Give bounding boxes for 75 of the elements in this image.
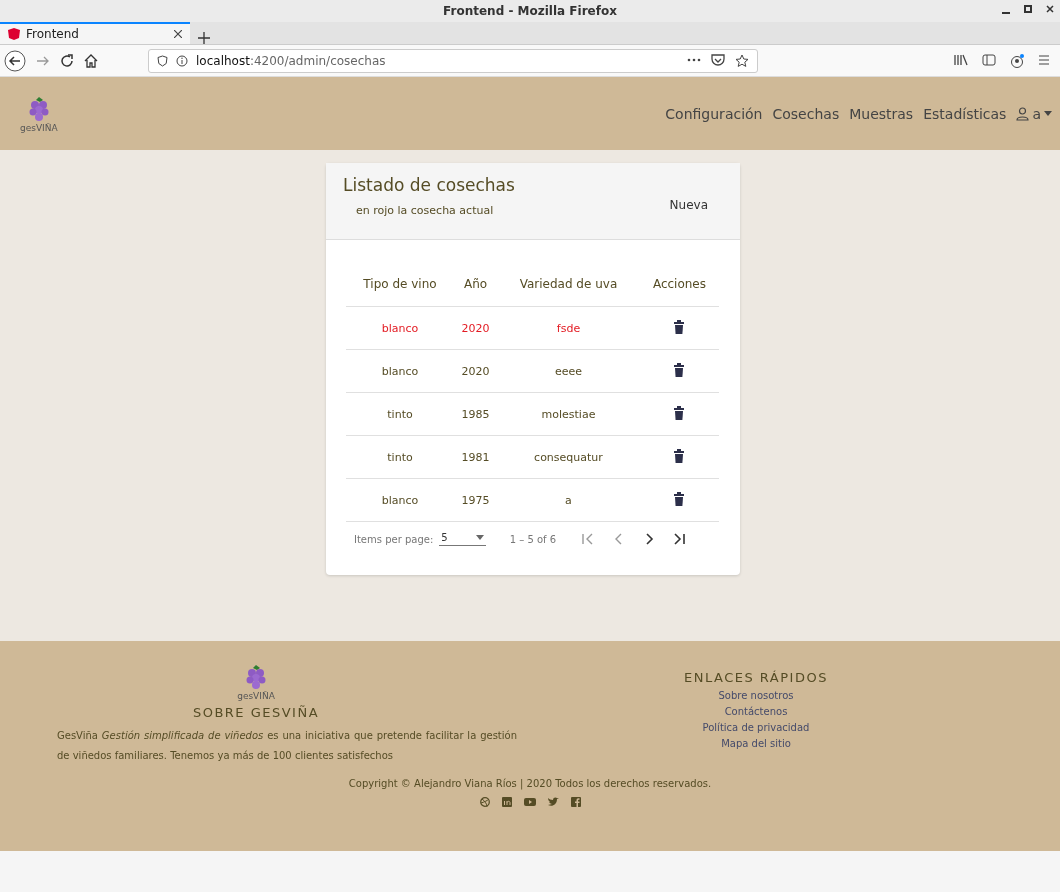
column-header: Variedad de uva: [497, 262, 640, 307]
facebook-icon[interactable]: [570, 797, 581, 807]
card-title: Listado de cosechas: [343, 175, 515, 195]
footer-link[interactable]: Contáctenos: [724, 706, 788, 717]
home-icon[interactable]: [84, 53, 98, 68]
account-icon[interactable]: [1010, 53, 1024, 68]
logo: gesVIÑA: [237, 663, 275, 701]
nav-link[interactable]: Muestras: [849, 105, 914, 122]
table-cell: blanco: [346, 478, 454, 522]
shield-icon: [157, 54, 168, 67]
tab-label: Frontend: [26, 27, 79, 41]
window-title: Frontend - Mozilla Firefox: [443, 4, 617, 18]
footer-link[interactable]: Sobre nosotros: [718, 690, 794, 701]
copyright-text: Copyright © Alejandro Viana Ríos | 2020 Todos los derechos reservados.: [348, 778, 712, 789]
shield-logo-icon: [8, 28, 20, 40]
star-icon[interactable]: [735, 53, 749, 68]
table-cell: consequatur: [497, 435, 640, 479]
table-cell: molestiae: [497, 392, 640, 436]
section-title: ENLACES RÁPIDOS: [684, 670, 828, 685]
close-icon[interactable]: [174, 30, 182, 38]
new-tab-icon[interactable]: [198, 32, 210, 44]
linkedin-icon[interactable]: [501, 797, 512, 807]
maximize-icon[interactable]: [1024, 3, 1032, 15]
footer-link[interactable]: Política de privacidad: [702, 722, 810, 733]
last-page-icon[interactable]: [672, 532, 687, 546]
twitter-icon[interactable]: [547, 797, 559, 807]
table-cell: 1981: [454, 435, 498, 479]
table-cell: a: [497, 478, 640, 522]
nav-link[interactable]: Cosechas: [772, 105, 840, 122]
nav-link[interactable]: Estadísticas: [923, 105, 1007, 122]
table-cell: 2020: [454, 349, 498, 393]
trash-icon[interactable]: [674, 319, 685, 334]
caret-icon: [1044, 111, 1052, 116]
youtube-icon[interactable]: [523, 797, 536, 807]
user-menu[interactable]: a: [1016, 105, 1052, 122]
section-title: SOBRE GESVIÑA: [192, 705, 320, 720]
dribbble-icon[interactable]: [479, 797, 490, 807]
caret-icon: [475, 535, 484, 540]
column-header: Acciones: [639, 262, 719, 307]
column-header: Año: [454, 262, 498, 307]
new-button[interactable]: Nueva: [663, 195, 714, 215]
trash-icon[interactable]: [674, 448, 685, 463]
reload-icon[interactable]: [60, 53, 74, 68]
table-cell: tinto: [346, 435, 454, 479]
browser-tab[interactable]: Frontend: [0, 22, 190, 44]
column-header: Tipo de vino: [346, 262, 454, 307]
back-icon[interactable]: [4, 49, 26, 72]
table-cell: blanco: [346, 349, 454, 393]
page-size-select[interactable]: 5: [439, 532, 486, 546]
library-icon[interactable]: [954, 53, 968, 66]
page-range: 1 – 5 of 6: [509, 533, 557, 545]
info-icon: [176, 54, 188, 67]
table-cell: 2020: [454, 306, 498, 350]
items-per-page-label: Items per page:: [354, 533, 434, 545]
table-cell: 1985: [454, 392, 498, 436]
trash-icon[interactable]: [674, 491, 685, 506]
table-cell: eeee: [497, 349, 640, 393]
menu-icon[interactable]: [1038, 53, 1050, 66]
table-cell: fsde: [497, 306, 640, 350]
nav-link[interactable]: Configuración: [665, 105, 763, 122]
trash-icon[interactable]: [674, 405, 685, 420]
user-icon: [1016, 106, 1030, 121]
footer-link[interactable]: Mapa del sitio: [721, 738, 791, 749]
sidebar-icon[interactable]: [982, 53, 996, 66]
card-subtitle: en rojo la cosecha actual: [356, 204, 495, 217]
trash-icon[interactable]: [674, 362, 685, 377]
table-cell: 1975: [454, 478, 498, 522]
about-text: GesViña Gestión simplificada de viñedos es una iniciativa que pretende facilitar la gestión de viñedos familiares. Tenemos ya más de 100 clientes satisfechos: [57, 729, 517, 763]
logo[interactable]: gesVIÑA: [20, 94, 58, 133]
close-icon[interactable]: [1046, 3, 1054, 15]
pocket-icon[interactable]: [711, 53, 725, 66]
table-cell: tinto: [346, 392, 454, 436]
table-cell: blanco: [346, 306, 454, 350]
url-text: localhost:4200/admin/cosechas: [196, 53, 386, 68]
address-field[interactable]: localhost:4200/admin/cosechas: [148, 48, 758, 73]
